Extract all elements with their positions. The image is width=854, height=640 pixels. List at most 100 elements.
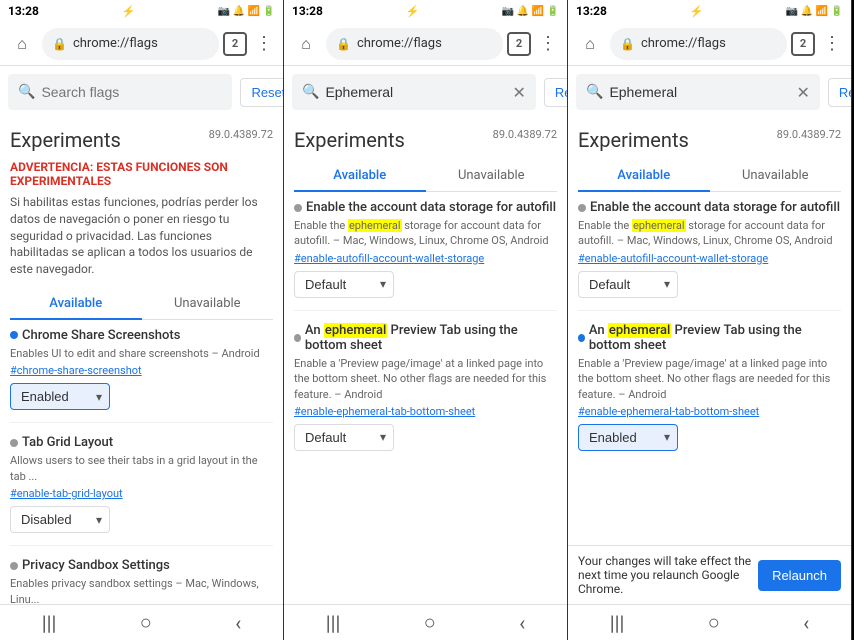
relaunch-bar-3: Your changes will take effect the next t… bbox=[568, 545, 851, 604]
address-bar-2[interactable]: 🔒 chrome://flags bbox=[326, 28, 503, 60]
nav-bar-1: ||| ○ ‹ bbox=[0, 604, 283, 640]
menu-icon-1[interactable]: ⋮ bbox=[251, 29, 277, 58]
nav-back-icon-2[interactable]: ‹ bbox=[519, 611, 525, 635]
experiments-header-1: Experiments 89.0.4389.72 bbox=[10, 128, 273, 152]
nav-bars-icon-1[interactable]: ||| bbox=[42, 611, 57, 635]
menu-icon-3[interactable]: ⋮ bbox=[819, 29, 845, 58]
search-input-1[interactable] bbox=[41, 84, 222, 100]
flag-link-3-0[interactable]: #enable-autofill-account-wallet-storage bbox=[578, 252, 841, 265]
address-bar-1[interactable]: 🔒 chrome://flags bbox=[42, 28, 219, 60]
nav-back-icon-1[interactable]: ‹ bbox=[235, 611, 241, 635]
nav-bars-icon-3[interactable]: ||| bbox=[610, 611, 625, 635]
tab-available-3[interactable]: Available bbox=[578, 160, 710, 191]
flag-desc-3-0: Enable the ephemeral storage for account… bbox=[578, 218, 841, 249]
flag-select-1-0[interactable]: Enabled Default Disabled bbox=[10, 383, 110, 410]
tab-available-1[interactable]: Available bbox=[10, 288, 142, 319]
time-3: 13:28 bbox=[576, 4, 607, 18]
description-text-1: Si habilitas estas funciones, podrías pe… bbox=[10, 194, 273, 278]
flag-name-1-2: Privacy Sandbox Settings bbox=[22, 558, 170, 573]
experiments-title-1: Experiments bbox=[10, 128, 121, 152]
reset-all-btn-2[interactable]: Reset all bbox=[544, 78, 568, 107]
flag-link-1-1[interactable]: #enable-tab-grid-layout bbox=[10, 487, 273, 500]
nav-back-icon-3[interactable]: ‹ bbox=[803, 611, 809, 635]
reset-all-btn-3[interactable]: Reset all bbox=[828, 78, 852, 107]
select-container-3-0: Default Enabled Disabled bbox=[578, 271, 678, 298]
select-container-3-1: Enabled Default Disabled bbox=[578, 424, 678, 451]
nav-home-icon-3[interactable]: ○ bbox=[708, 610, 720, 635]
flag-dot-3-1 bbox=[578, 334, 585, 342]
home-icon-1[interactable]: ⌂ bbox=[6, 28, 38, 60]
flag-dot-1-0 bbox=[10, 331, 18, 339]
flag-select-3-1[interactable]: Enabled Default Disabled bbox=[578, 424, 678, 451]
search-bar-2: 🔍 ✕ Reset all bbox=[284, 66, 567, 118]
flag-title-row-2-0: Enable the account data storage for auto… bbox=[294, 200, 557, 215]
flag-select-wrapper-1-0: Enabled Default Disabled bbox=[10, 383, 273, 410]
select-container-1-0: Enabled Default Disabled bbox=[10, 383, 110, 410]
flag-desc-2-1: Enable a 'Preview page/image' at a linke… bbox=[294, 356, 557, 402]
flag-desc-1-1: Allows users to see their tabs in a grid… bbox=[10, 453, 273, 484]
search-input-2[interactable] bbox=[325, 84, 506, 100]
flag-name-1-0: Chrome Share Screenshots bbox=[22, 328, 180, 343]
flag-link-1-0[interactable]: #chrome-share-screenshot bbox=[10, 364, 273, 377]
lightning-icon-3: ⚡ bbox=[689, 5, 703, 18]
flag-link-3-1[interactable]: #enable-ephemeral-tab-bottom-sheet bbox=[578, 405, 841, 418]
tab-count-3[interactable]: 2 bbox=[791, 32, 815, 56]
flag-desc-3-1: Enable a 'Preview page/image' at a linke… bbox=[578, 356, 841, 402]
chrome-toolbar-1: ⌂ 🔒 chrome://flags 2 ⋮ bbox=[0, 22, 283, 66]
flag-link-2-0[interactable]: #enable-autofill-account-wallet-storage bbox=[294, 252, 557, 265]
search-bar-3: 🔍 ✕ Reset all bbox=[568, 66, 851, 118]
chrome-toolbar-2: ⌂ 🔒 chrome://flags 2 ⋮ bbox=[284, 22, 567, 66]
home-icon-2[interactable]: ⌂ bbox=[290, 28, 322, 60]
tab-count-2[interactable]: 2 bbox=[507, 32, 531, 56]
flag-title-row-1-2: Privacy Sandbox Settings bbox=[10, 558, 273, 573]
home-icon-3[interactable]: ⌂ bbox=[574, 28, 606, 60]
flag-link-2-1[interactable]: #enable-ephemeral-tab-bottom-sheet bbox=[294, 405, 557, 418]
status-bar-1: 13:28 ⚡ 📷 🔔 📶 🔋 bbox=[0, 0, 283, 22]
status-icons-2: 📷 🔔 📶 🔋 bbox=[502, 6, 559, 17]
flag-item-1-0: Chrome Share Screenshots Enables UI to e… bbox=[10, 328, 273, 423]
flag-item-3-0: Enable the account data storage for auto… bbox=[578, 200, 841, 311]
search-bar-1: 🔍 Reset all bbox=[0, 66, 283, 118]
flag-dot-2-0 bbox=[294, 204, 302, 212]
search-wrapper-3: 🔍 ✕ bbox=[576, 74, 820, 110]
tab-unavailable-2[interactable]: Unavailable bbox=[426, 160, 558, 191]
nav-home-icon-2[interactable]: ○ bbox=[424, 610, 436, 635]
flag-name-2-1: An ephemeral Preview Tab using the botto… bbox=[305, 323, 557, 353]
relaunch-button-3[interactable]: Relaunch bbox=[758, 560, 841, 591]
reset-all-btn-1[interactable]: Reset all bbox=[240, 78, 284, 107]
phone-panel-2: 13:28 ⚡ 📷 🔔 📶 🔋 ⌂ 🔒 chrome://flags 2 ⋮ 🔍… bbox=[284, 0, 568, 640]
tab-unavailable-1[interactable]: Unavailable bbox=[142, 288, 274, 319]
experiments-title-2: Experiments bbox=[294, 128, 405, 152]
flag-select-2-0[interactable]: Default Enabled Disabled bbox=[294, 271, 394, 298]
tabs-row-1: Available Unavailable bbox=[10, 288, 273, 320]
flag-select-wrapper-1-1: Disabled Default Enabled bbox=[10, 506, 273, 533]
flag-title-row-3-1: An ephemeral Preview Tab using the botto… bbox=[578, 323, 841, 353]
lightning-icon-1: ⚡ bbox=[121, 5, 135, 18]
flag-select-wrapper-2-1: Default Enabled Disabled bbox=[294, 424, 557, 451]
nav-bars-icon-2[interactable]: ||| bbox=[326, 611, 341, 635]
url-text-2: chrome://flags bbox=[357, 36, 442, 51]
lock-icon-1: 🔒 bbox=[52, 37, 67, 51]
search-input-3[interactable] bbox=[609, 84, 790, 100]
flag-title-row-1-0: Chrome Share Screenshots bbox=[10, 328, 273, 343]
phone-panel-3: 13:28 ⚡ 📷 🔔 📶 🔋 ⌂ 🔒 chrome://flags 2 ⋮ 🔍… bbox=[568, 0, 852, 640]
menu-icon-2[interactable]: ⋮ bbox=[535, 29, 561, 58]
tab-unavailable-3[interactable]: Unavailable bbox=[710, 160, 842, 191]
clear-icon-3[interactable]: ✕ bbox=[796, 83, 809, 102]
flag-select-wrapper-3-1: Enabled Default Disabled bbox=[578, 424, 841, 451]
experiments-header-2: Experiments 89.0.4389.72 bbox=[294, 128, 557, 152]
flag-select-3-0[interactable]: Default Enabled Disabled bbox=[578, 271, 678, 298]
url-text-3: chrome://flags bbox=[641, 36, 726, 51]
address-bar-3[interactable]: 🔒 chrome://flags bbox=[610, 28, 787, 60]
flag-select-2-1[interactable]: Default Enabled Disabled bbox=[294, 424, 394, 451]
flag-title-row-2-1: An ephemeral Preview Tab using the botto… bbox=[294, 323, 557, 353]
nav-home-icon-1[interactable]: ○ bbox=[140, 610, 152, 635]
tab-count-1[interactable]: 2 bbox=[223, 32, 247, 56]
tab-available-2[interactable]: Available bbox=[294, 160, 426, 191]
flag-dot-3-0 bbox=[578, 204, 586, 212]
tabs-row-2: Available Unavailable bbox=[294, 160, 557, 192]
flag-desc-2-0: Enable the ephemeral storage for account… bbox=[294, 218, 557, 249]
clear-icon-2[interactable]: ✕ bbox=[512, 83, 525, 102]
flag-select-1-1[interactable]: Disabled Default Enabled bbox=[10, 506, 110, 533]
lock-icon-3: 🔒 bbox=[620, 37, 635, 51]
